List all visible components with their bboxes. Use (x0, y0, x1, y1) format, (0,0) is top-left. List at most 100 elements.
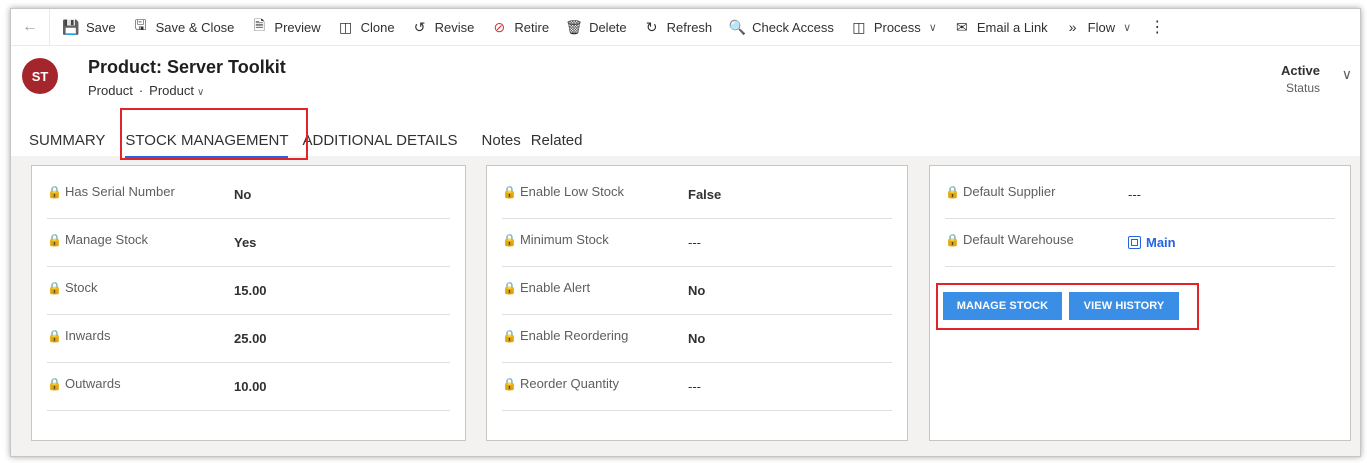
clone-button[interactable]: ◫ Clone (329, 9, 403, 45)
field-value: --- (1128, 187, 1141, 202)
lock-icon: 🔒 (502, 329, 517, 343)
save-button[interactable]: 💾 Save (50, 9, 124, 45)
buttons-highlight-box (936, 283, 1199, 330)
revise-icon: ↺ (413, 18, 426, 35)
field-label: 🔒 Manage Stock (47, 232, 148, 247)
chevron-down-icon: ∨ (928, 21, 937, 34)
email-link-label: Email a Link (976, 19, 1048, 35)
field-value: 15.00 (234, 283, 267, 298)
check-access-icon: 🔍 (728, 18, 746, 35)
save-label: Save (86, 19, 116, 35)
refresh-button[interactable]: ↻ Refresh (635, 9, 721, 45)
flow-icon: » (1068, 19, 1077, 35)
delete-button[interactable]: 🗑 Delete (557, 9, 635, 45)
flow-label: Flow (1087, 19, 1116, 35)
chevron-down-icon[interactable]: ∨ (197, 87, 204, 98)
field-label: 🔒 Enable Reordering (502, 328, 628, 343)
avatar: ST (22, 58, 58, 94)
status-label: Status (1285, 81, 1320, 95)
field-label-text: Has Serial Number (64, 184, 175, 199)
preview-icon: 🗎 (253, 17, 266, 33)
stock-card-middle: 🔒 Enable Low Stock False 🔒 Minimum Stock -… (486, 165, 908, 441)
preview-label: Preview (274, 19, 321, 35)
retire-button[interactable]: ⊘ Retire (482, 9, 557, 45)
clone-icon: ◫ (339, 18, 353, 35)
save-close-label: Save & Close (155, 19, 235, 35)
field-value: 25.00 (234, 331, 267, 346)
field-row: 🔒 Outwards 10.00 (47, 362, 450, 411)
save-icon: 💾 (62, 18, 80, 35)
field-row: 🔒 Default Warehouse Main (945, 218, 1335, 267)
save-close-icon: 🖫 (134, 17, 147, 33)
lock-icon: 🔒 (502, 281, 517, 295)
field-label: 🔒 Reorder Quantity (502, 376, 619, 391)
stock-card-left: 🔒 Has Serial Number No 🔒 Manage Stock Yes … (31, 165, 466, 441)
status-value: Active (1280, 63, 1320, 78)
field-row: 🔒 Reorder Quantity --- (502, 362, 892, 411)
more-vertical-icon[interactable]: ⋮ (1139, 9, 1175, 45)
tab-additional-details[interactable]: ADDITIONAL DETAILS (298, 132, 467, 160)
tab-related[interactable]: Related (531, 132, 593, 160)
refresh-icon: ↻ (645, 18, 658, 35)
field-label: 🔒 Enable Alert (502, 280, 590, 295)
email-link-button[interactable]: ✉ Email a Link (945, 9, 1056, 45)
field-value: No (688, 331, 706, 346)
preview-button[interactable]: 🗎 Preview (242, 9, 328, 45)
field-label-text: Enable Alert (519, 280, 591, 295)
entity-breadcrumb: Product · Product ∨ (88, 83, 204, 98)
field-value: Yes (234, 235, 257, 250)
tab-notes[interactable]: Notes (468, 132, 531, 160)
tab-summary[interactable]: SUMMARY (19, 132, 115, 160)
refresh-label: Refresh (666, 19, 713, 35)
revise-button[interactable]: ↺ Revise (403, 9, 483, 45)
save-close-button[interactable]: 🖫 Save & Close (124, 9, 243, 45)
field-label: 🔒 Inwards (47, 328, 110, 343)
field-row: 🔒 Enable Reordering No (502, 314, 892, 363)
form-selector[interactable]: Product (149, 83, 194, 98)
delete-icon: 🗑 (565, 18, 583, 35)
field-label-text: Enable Reordering (519, 328, 629, 343)
field-label: 🔒 Stock (47, 280, 97, 295)
lock-icon: 🔒 (945, 185, 960, 199)
back-arrow-icon[interactable]: ← (11, 9, 50, 45)
lock-icon: 🔒 (502, 377, 517, 391)
field-label-text: Minimum Stock (519, 232, 609, 247)
field-label-text: Default Supplier (962, 184, 1056, 199)
warehouse-link-text: Main (1146, 235, 1176, 250)
field-label: 🔒 Has Serial Number (47, 184, 175, 199)
email-icon: ✉ (955, 18, 968, 35)
field-value: False (688, 187, 722, 202)
field-label: 🔒 Minimum Stock (502, 232, 609, 247)
check-access-label: Check Access (752, 19, 834, 35)
check-access-button[interactable]: 🔍 Check Access (720, 9, 842, 45)
chevron-down-icon[interactable]: ∨ (1342, 66, 1352, 83)
field-row: 🔒 Inwards 25.00 (47, 314, 450, 363)
process-button[interactable]: ◫ Process ∨ (842, 9, 945, 45)
separator-dot: · (138, 83, 144, 98)
field-label-text: Stock (64, 280, 98, 295)
chevron-down-icon: ∨ (1123, 21, 1132, 34)
field-value: --- (688, 235, 701, 250)
process-icon: ◫ (852, 18, 866, 35)
warehouse-link[interactable]: Main (1128, 235, 1176, 250)
field-label-text: Manage Stock (64, 232, 149, 247)
flow-button[interactable]: » Flow ∨ (1056, 9, 1140, 45)
status-field: Active Status (1281, 63, 1320, 95)
field-row: 🔒 Stock 15.00 (47, 266, 450, 315)
lock-icon: 🔒 (47, 329, 62, 343)
app-window: ← 💾 Save 🖫 Save & Close 🗎 Preview ◫ Clon… (10, 8, 1361, 457)
field-label: 🔒 Outwards (47, 376, 121, 391)
field-label-text: Reorder Quantity (519, 376, 619, 391)
lock-icon: 🔒 (502, 233, 517, 247)
lock-icon: 🔒 (502, 185, 517, 199)
field-row: 🔒 Enable Alert No (502, 266, 892, 315)
retire-icon: ⊘ (493, 18, 506, 35)
command-bar: ← 💾 Save 🖫 Save & Close 🗎 Preview ◫ Clon… (11, 9, 1360, 46)
field-label-text: Enable Low Stock (519, 184, 625, 199)
lock-icon: 🔒 (47, 233, 62, 247)
retire-label: Retire (514, 19, 550, 35)
tab-highlight-box (120, 108, 308, 160)
field-label-text: Inwards (64, 328, 111, 343)
field-value: 10.00 (234, 379, 267, 394)
field-label: 🔒 Default Warehouse (945, 232, 1074, 247)
